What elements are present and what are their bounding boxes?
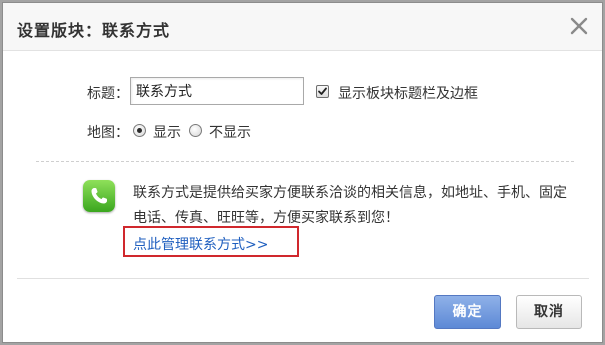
section-divider (36, 161, 574, 162)
close-icon[interactable] (567, 14, 591, 38)
show-titlebar-checkbox[interactable] (316, 85, 329, 98)
checkmark-icon (318, 87, 327, 95)
cancel-button[interactable]: 取消 (516, 295, 582, 329)
map-show-radio[interactable] (133, 124, 146, 137)
settings-dialog: 设置版块：联系方式 标题： 显示板块标题栏及边框 地图： 显示 不显示 联系方式… (2, 2, 603, 343)
map-hide-radio[interactable] (189, 124, 202, 137)
footer-divider (17, 278, 589, 279)
phone-icon (83, 180, 115, 212)
manage-contact-link[interactable]: 点此管理联系方式>> (133, 234, 268, 254)
dialog-title: 设置版块：联系方式 (17, 21, 171, 40)
show-titlebar-label[interactable]: 显示板块标题栏及边框 (338, 83, 478, 103)
map-show-label[interactable]: 显示 (153, 122, 181, 142)
dialog-titlebar: 设置版块：联系方式 (3, 3, 602, 51)
map-label: 地图： (87, 125, 129, 141)
ok-button[interactable]: 确定 (434, 295, 501, 329)
title-label: 标题： (87, 86, 129, 102)
contact-description: 联系方式是提供给买家方便联系洽谈的相关信息，如地址、手机、固定电话、传真、旺旺等… (133, 185, 567, 226)
radio-selected-dot (137, 128, 142, 133)
title-input[interactable] (130, 77, 304, 105)
map-hide-label[interactable]: 不显示 (209, 122, 251, 142)
